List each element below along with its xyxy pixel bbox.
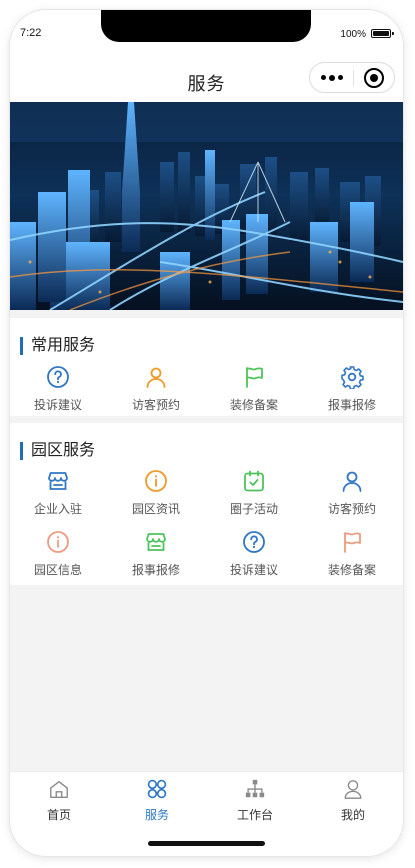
tab-label: 服务 — [144, 808, 169, 822]
org-chart-icon — [245, 779, 265, 798]
service-enterprise-entry[interactable]: 企业入驻 — [10, 469, 106, 516]
service-label: 访客预约 — [131, 398, 180, 412]
info-circle-icon — [145, 470, 167, 492]
service-label: 园区资讯 — [131, 502, 180, 516]
tab-workbench[interactable]: 工作台 — [206, 772, 304, 830]
service-repair[interactable]: 报事报修 — [108, 530, 204, 577]
nav-bar: 服务 — [10, 54, 403, 102]
service-label: 企业入驻 — [33, 502, 82, 516]
tab-label: 首页 — [46, 808, 71, 822]
service-renovation[interactable]: 装修备案 — [304, 530, 400, 577]
info-circle-icon — [47, 531, 69, 553]
more-icon[interactable] — [321, 74, 343, 81]
city-night-banner[interactable] — [10, 102, 403, 310]
battery-icon — [371, 29, 394, 38]
close-mini-program-icon[interactable] — [364, 68, 384, 88]
service-label: 园区信息 — [33, 563, 82, 577]
service-circle-activity[interactable]: 圈子活动 — [206, 469, 302, 516]
profile-icon — [344, 780, 362, 799]
service-label: 装修备案 — [229, 398, 278, 412]
mini-program-capsule — [309, 62, 395, 93]
status-time: 7:22 — [20, 27, 42, 39]
service-label: 报事报修 — [327, 398, 376, 412]
service-label: 装修备案 — [327, 563, 376, 577]
section-accent-bar — [20, 337, 23, 355]
flag-icon — [344, 532, 361, 553]
service-label: 报事报修 — [131, 563, 180, 577]
tab-home[interactable]: 首页 — [10, 772, 108, 830]
service-label: 访客预约 — [327, 502, 376, 516]
tab-mine[interactable]: 我的 — [304, 772, 402, 830]
service-label: 圈子活动 — [229, 502, 278, 516]
capsule-divider — [353, 70, 354, 86]
service-label: 投诉建议 — [229, 563, 278, 577]
section-title: 园区服务 — [31, 442, 96, 459]
gear-icon — [341, 366, 364, 389]
home-icon — [50, 780, 68, 798]
user-icon — [342, 471, 362, 492]
question-circle-icon — [47, 366, 69, 388]
service-renovation[interactable]: 装修备案 — [206, 365, 302, 412]
service-park-info[interactable]: 园区信息 — [10, 530, 106, 577]
device-notch — [101, 10, 311, 42]
city-skyline-image — [10, 102, 403, 310]
store-icon — [146, 533, 166, 551]
section-title: 常用服务 — [31, 337, 96, 354]
store-icon — [48, 472, 68, 490]
section-accent-bar — [20, 442, 23, 460]
home-indicator — [148, 841, 265, 846]
service-label: 投诉建议 — [33, 398, 82, 412]
flag-icon — [246, 367, 263, 388]
service-visitor[interactable]: 访客预约 — [304, 469, 400, 516]
service-visitor[interactable]: 访客预约 — [108, 365, 204, 412]
service-complaint[interactable]: 投诉建议 — [206, 530, 302, 577]
service-complaint[interactable]: 投诉建议 — [10, 365, 106, 412]
battery-percent: 100% — [340, 29, 366, 40]
user-icon — [146, 367, 166, 388]
question-circle-icon — [243, 531, 265, 553]
tab-label: 我的 — [340, 808, 365, 822]
tab-label: 工作台 — [236, 808, 273, 822]
grid-icon — [147, 779, 167, 799]
service-repair[interactable]: 报事报修 — [304, 365, 400, 412]
service-park-news[interactable]: 园区资讯 — [108, 469, 204, 516]
park-services-section: 园区服务 企业入驻 园区资讯 圈子活动 访客预约 园区信息 报事报修 投诉建议 … — [10, 423, 403, 585]
phone-frame: 7:22 100% 服务 常用服务 投诉建议 访客预约 装修备案 报事报修 园区… — [10, 10, 403, 856]
calendar-check-icon — [244, 470, 264, 492]
common-services-section: 常用服务 投诉建议 访客预约 装修备案 报事报修 — [10, 318, 403, 416]
tab-services[interactable]: 服务 — [108, 772, 206, 830]
